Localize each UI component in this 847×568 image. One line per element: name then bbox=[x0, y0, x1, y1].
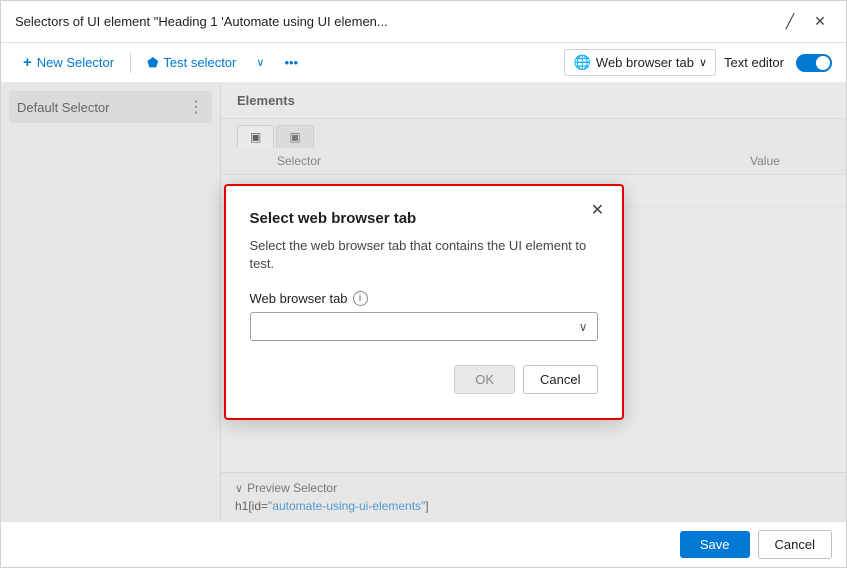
cancel-label: Cancel bbox=[775, 537, 815, 552]
dialog-cancel-button[interactable]: Cancel bbox=[523, 365, 597, 394]
ok-label: OK bbox=[475, 372, 494, 387]
web-browser-tab-select[interactable] bbox=[250, 312, 598, 341]
plus-icon: + bbox=[23, 54, 32, 71]
text-editor-label: Text editor bbox=[724, 55, 784, 70]
toolbar-left: + New Selector ⬟ Test selector ∨ ••• bbox=[15, 50, 306, 75]
dialog-close-icon: ✕ bbox=[591, 200, 604, 220]
title-bar-icons: ╱ ✕ bbox=[778, 10, 832, 34]
toolbar-right: 🌐 Web browser tab ∨ Text editor bbox=[564, 49, 832, 76]
title-bar: Selectors of UI element "Heading 1 'Auto… bbox=[1, 1, 846, 43]
dialog-ok-button[interactable]: OK bbox=[454, 365, 515, 394]
web-browser-tab-field-label: Web browser tab bbox=[250, 291, 348, 306]
more-icon: ••• bbox=[284, 55, 298, 70]
new-selector-label: New Selector bbox=[37, 55, 114, 70]
web-browser-tab-button[interactable]: 🌐 Web browser tab ∨ bbox=[564, 49, 716, 76]
more-button[interactable]: ••• bbox=[276, 51, 306, 74]
bottom-bar: Save Cancel bbox=[1, 521, 846, 567]
close-icon: ✕ bbox=[814, 13, 826, 30]
beaker-icon: ⬟ bbox=[147, 55, 158, 71]
text-editor-toggle[interactable] bbox=[796, 54, 832, 72]
dialog-title: Select web browser tab bbox=[250, 210, 598, 227]
main-window: Selectors of UI element "Heading 1 'Auto… bbox=[0, 0, 847, 568]
test-selector-label: Test selector bbox=[163, 55, 236, 70]
test-selector-button[interactable]: ⬟ Test selector bbox=[139, 51, 244, 75]
close-button[interactable]: ✕ bbox=[808, 10, 832, 34]
dialog-actions: OK Cancel bbox=[250, 365, 598, 394]
chevron-down-icon: ∨ bbox=[256, 56, 264, 69]
toolbar-divider-1 bbox=[130, 53, 131, 73]
save-button[interactable]: Save bbox=[680, 531, 750, 558]
web-browser-tab-chevron: ∨ bbox=[699, 56, 707, 69]
window-title: Selectors of UI element "Heading 1 'Auto… bbox=[15, 14, 388, 29]
title-bar-left: Selectors of UI element "Heading 1 'Auto… bbox=[15, 14, 388, 29]
minimize-button[interactable]: ╱ bbox=[778, 10, 802, 34]
toolbar: + New Selector ⬟ Test selector ∨ ••• 🌐 W… bbox=[1, 43, 846, 83]
dialog-description: Select the web browser tab that contains… bbox=[250, 237, 598, 273]
chevron-dropdown-button[interactable]: ∨ bbox=[248, 52, 272, 73]
new-selector-button[interactable]: + New Selector bbox=[15, 50, 122, 75]
dialog-field-label: Web browser tab i bbox=[250, 291, 598, 306]
globe-icon: 🌐 bbox=[573, 54, 590, 71]
modal-overlay: ✕ Select web browser tab Select the web … bbox=[1, 83, 846, 521]
cancel-button[interactable]: Cancel bbox=[758, 530, 832, 559]
dialog-select-wrapper: ∨ bbox=[250, 312, 598, 341]
cancel-label: Cancel bbox=[540, 372, 580, 387]
dialog-close-button[interactable]: ✕ bbox=[586, 198, 610, 222]
dialog: ✕ Select web browser tab Select the web … bbox=[224, 184, 624, 420]
minimize-icon: ╱ bbox=[786, 13, 794, 30]
content-area: Default Selector ⋮ Elements ▣ ▣ Selector bbox=[1, 83, 846, 521]
info-icon: i bbox=[353, 291, 368, 306]
web-browser-tab-label: Web browser tab bbox=[596, 55, 694, 70]
save-label: Save bbox=[700, 537, 730, 552]
